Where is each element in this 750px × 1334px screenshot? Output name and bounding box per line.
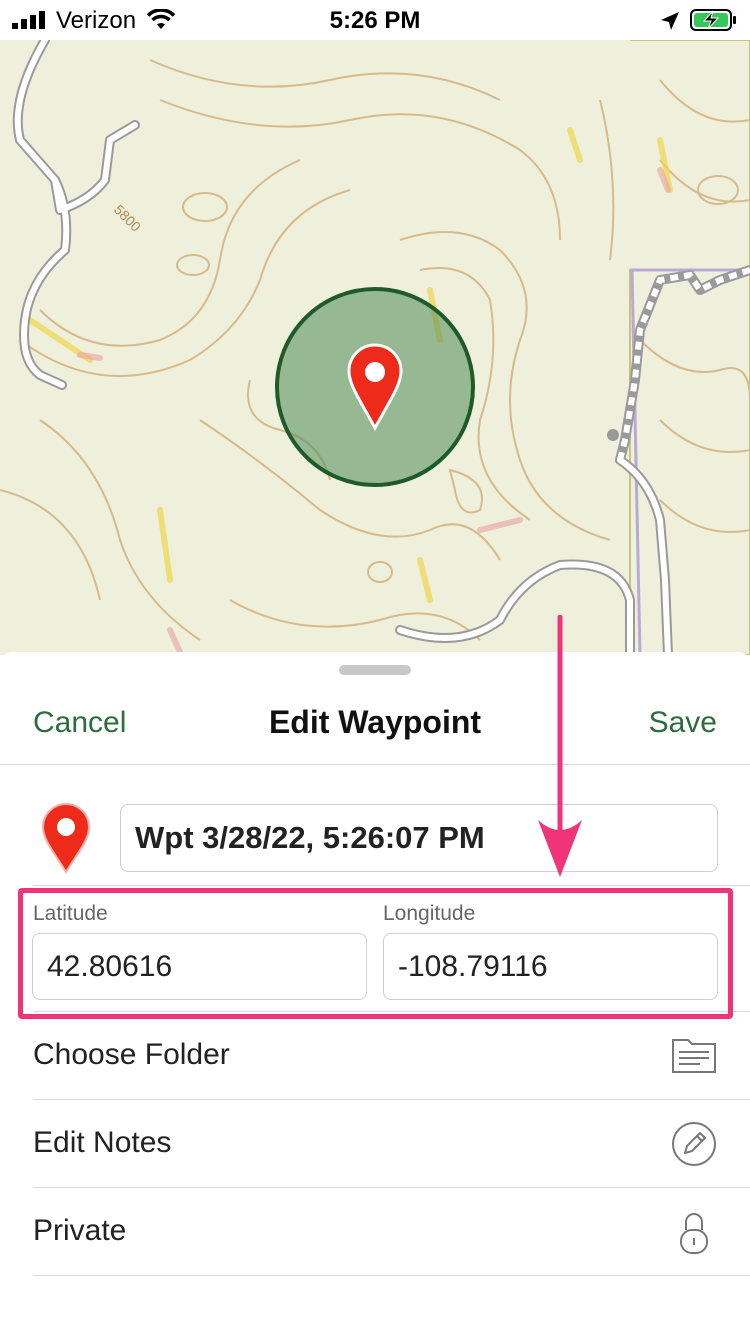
status-time: 5:26 PM (329, 7, 421, 34)
topo-map[interactable]: 5800 (0, 40, 750, 655)
private-row[interactable]: Private (0, 1188, 750, 1276)
divider (33, 885, 750, 886)
choose-folder-row[interactable]: Choose Folder (0, 1012, 750, 1100)
longitude-input[interactable] (383, 933, 718, 1000)
battery-charging-icon (690, 9, 736, 31)
folder-icon (672, 1039, 716, 1073)
lock-icon (680, 1213, 708, 1254)
edit-waypoint-sheet: Cancel Edit Waypoint Save Latitude Longi… (0, 652, 750, 1334)
sheet-grabber[interactable] (339, 665, 411, 675)
save-button[interactable]: Save (649, 706, 717, 740)
edit-notes-row[interactable]: Edit Notes (0, 1100, 750, 1188)
sheet-title: Edit Waypoint (268, 704, 482, 740)
divider (33, 1275, 750, 1276)
pencil-icon (672, 1122, 716, 1166)
location-arrow-icon (661, 12, 679, 30)
waypoint-name-input[interactable] (120, 804, 718, 872)
map-layer (0, 40, 750, 655)
coordinates-section: Latitude Longitude (0, 888, 750, 1008)
waypoint-pin-icon[interactable] (40, 802, 92, 874)
latitude-input[interactable] (32, 933, 367, 1000)
sheet-nav-bar: Cancel Edit Waypoint Save (0, 687, 750, 765)
status-bar: Verizon 5:26 PM (0, 0, 750, 40)
edit-notes-label: Edit Notes (33, 1126, 172, 1159)
waypoint-name-row (0, 792, 750, 880)
latitude-label: Latitude (33, 902, 108, 925)
choose-folder-label: Choose Folder (33, 1038, 230, 1071)
longitude-label: Longitude (383, 902, 476, 925)
private-label: Private (33, 1214, 127, 1247)
